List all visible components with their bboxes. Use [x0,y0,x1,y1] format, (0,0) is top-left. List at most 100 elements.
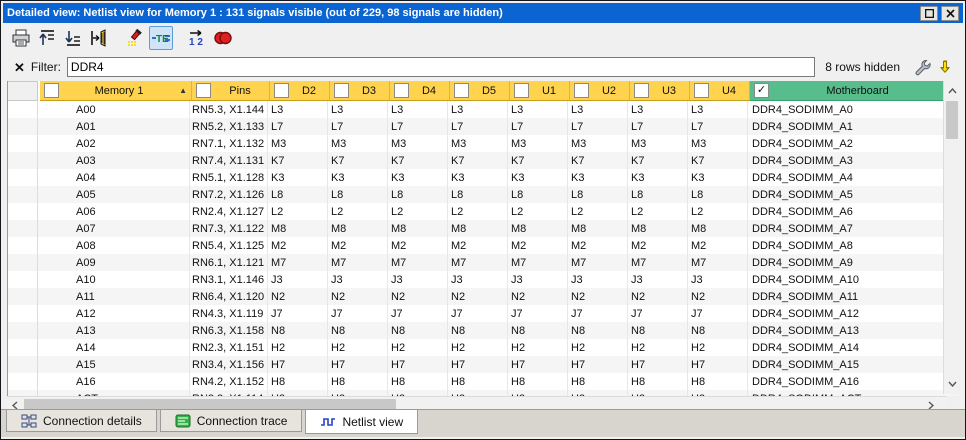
chip-pin-cell[interactable]: N8 [688,322,748,339]
chip-pin-cell[interactable]: M3 [508,135,568,152]
chip-pin-cell[interactable]: H7 [568,356,628,373]
chip-pin-cell[interactable]: L3 [568,101,628,118]
highlight-icon[interactable] [123,26,147,50]
column-checkbox[interactable] [334,83,349,98]
chip-pin-cell[interactable]: H7 [688,356,748,373]
row-gutter-cell[interactable] [8,203,38,220]
table-row[interactable]: A01RN5.2, X1.133L7L7L7L7L7L7L7L7DDR4_SOD… [8,118,959,135]
motherboard-cell[interactable]: DDR4_SODIMM_A5 [748,186,944,203]
chip-pin-cell[interactable]: L2 [508,203,568,220]
compare-rings-icon[interactable] [211,26,235,50]
chip-pin-cell[interactable]: L8 [508,186,568,203]
chip-pin-cell[interactable]: M3 [328,135,388,152]
chip-pin-cell[interactable]: L3 [688,101,748,118]
chip-pin-cell[interactable]: N8 [268,322,328,339]
chip-pin-cell[interactable]: H8 [268,373,328,390]
table-row[interactable]: A09RN6.1, X1.121M7M7M7M7M7M7M7M7DDR4_SOD… [8,254,959,271]
chip-pin-cell[interactable]: K3 [628,169,688,186]
signal-cell[interactable]: A02 [38,135,190,152]
chip-pin-cell[interactable]: J3 [508,271,568,288]
table-row[interactable]: A14RN2.3, X1.151H2H2H2H2H2H2H2H2DDR4_SOD… [8,339,959,356]
chip-pin-cell[interactable]: M7 [448,254,508,271]
column-checkbox[interactable] [394,83,409,98]
chip-pin-cell[interactable]: M3 [568,135,628,152]
chip-pin-cell[interactable]: M3 [628,135,688,152]
row-gutter-cell[interactable] [8,339,38,356]
chip-pin-cell[interactable]: N8 [328,322,388,339]
chip-pin-cell[interactable]: J3 [688,271,748,288]
table-row[interactable]: A13RN6.3, X1.158N8N8N8N8N8N8N8N8DDR4_SOD… [8,322,959,339]
column-checkbox[interactable] [694,83,709,98]
chip-pin-cell[interactable]: N2 [388,288,448,305]
pins-cell[interactable]: RN7.3, X1.122 [190,220,268,237]
chip-pin-cell[interactable]: J7 [508,305,568,322]
motherboard-cell[interactable]: DDR4_SODIMM_A1 [748,118,944,135]
chip-pin-cell[interactable]: H7 [388,356,448,373]
chip-pin-cell[interactable]: L3 [628,101,688,118]
maximize-button[interactable] [920,6,938,21]
chip-pin-cell[interactable]: M8 [328,220,388,237]
chip-pin-cell[interactable]: J7 [388,305,448,322]
row-gutter-cell[interactable] [8,101,38,118]
motherboard-cell[interactable]: DDR4_SODIMM_A7 [748,220,944,237]
column-checkbox[interactable] [196,83,211,98]
chip-pin-cell[interactable]: K3 [388,169,448,186]
chip-pin-cell[interactable]: N2 [328,288,388,305]
chip-pin-cell[interactable]: L2 [448,203,508,220]
chip-pin-cell[interactable]: L8 [448,186,508,203]
chip-pin-cell[interactable]: H7 [508,356,568,373]
chip-pin-cell[interactable]: K3 [448,169,508,186]
chip-pin-cell[interactable]: L7 [388,118,448,135]
column-checkbox[interactable] [44,83,59,98]
chip-pin-cell[interactable]: M8 [448,220,508,237]
chip-pin-cell[interactable]: H8 [388,373,448,390]
motherboard-cell[interactable]: DDR4_SODIMM_A6 [748,203,944,220]
chip-pin-cell[interactable]: H7 [328,356,388,373]
chip-pin-cell[interactable]: M8 [508,220,568,237]
column-header-u4[interactable]: U4 [690,81,750,101]
chip-pin-cell[interactable]: J7 [268,305,328,322]
chip-pin-cell[interactable]: M2 [448,237,508,254]
motherboard-cell[interactable]: DDR4_SODIMM_A11 [748,288,944,305]
row-gutter-cell[interactable] [8,288,38,305]
pins-cell[interactable]: RN5.2, X1.133 [190,118,268,135]
vertical-scroll-thumb[interactable] [946,101,958,139]
chip-pin-cell[interactable]: L3 [448,101,508,118]
pins-cell[interactable]: RN4.3, X1.119 [190,305,268,322]
move-row-up-icon[interactable] [35,26,59,50]
table-row[interactable]: A07RN7.3, X1.122M8M8M8M8M8M8M8M8DDR4_SOD… [8,220,959,237]
chip-pin-cell[interactable]: M2 [508,237,568,254]
pins-cell[interactable]: RN3.4, X1.156 [190,356,268,373]
column-header-pins[interactable]: Pins [192,81,270,101]
print-icon[interactable] [9,26,33,50]
chip-pin-cell[interactable]: L3 [268,101,328,118]
chip-pin-cell[interactable]: H8 [448,373,508,390]
column-checkbox[interactable] [514,83,529,98]
pins-cell[interactable]: RN6.4, X1.120 [190,288,268,305]
motherboard-cell[interactable]: DDR4_SODIMM_A15 [748,356,944,373]
chip-pin-cell[interactable]: M8 [628,220,688,237]
chip-pin-cell[interactable]: K7 [268,152,328,169]
signal-cell[interactable]: A10 [38,271,190,288]
chip-pin-cell[interactable]: H8 [568,373,628,390]
chip-pin-cell[interactable]: N2 [508,288,568,305]
table-row[interactable]: A03RN7.4, X1.131K7K7K7K7K7K7K7K7DDR4_SOD… [8,152,959,169]
column-header-u1[interactable]: U1 [510,81,570,101]
pins-cell[interactable]: RN6.1, X1.121 [190,254,268,271]
motherboard-cell[interactable]: DDR4_SODIMM_A12 [748,305,944,322]
chip-pin-cell[interactable]: M2 [328,237,388,254]
chip-pin-cell[interactable]: K3 [268,169,328,186]
chip-pin-cell[interactable]: L8 [328,186,388,203]
chip-pin-cell[interactable]: L7 [628,118,688,135]
chip-pin-cell[interactable]: M8 [568,220,628,237]
tab-netlist-view[interactable]: Netlist view [305,410,418,434]
pins-cell[interactable]: RN5.3, X1.144 [190,101,268,118]
motherboard-cell[interactable]: DDR4_SODIMM_A2 [748,135,944,152]
signal-cell[interactable]: A05 [38,186,190,203]
row-gutter-cell[interactable] [8,237,38,254]
chip-pin-cell[interactable]: H8 [628,373,688,390]
signal-cell[interactable]: A07 [38,220,190,237]
table-row[interactable]: A05RN7.2, X1.126L8L8L8L8L8L8L8L8DDR4_SOD… [8,186,959,203]
chip-pin-cell[interactable]: H2 [448,339,508,356]
row-gutter-cell[interactable] [8,271,38,288]
